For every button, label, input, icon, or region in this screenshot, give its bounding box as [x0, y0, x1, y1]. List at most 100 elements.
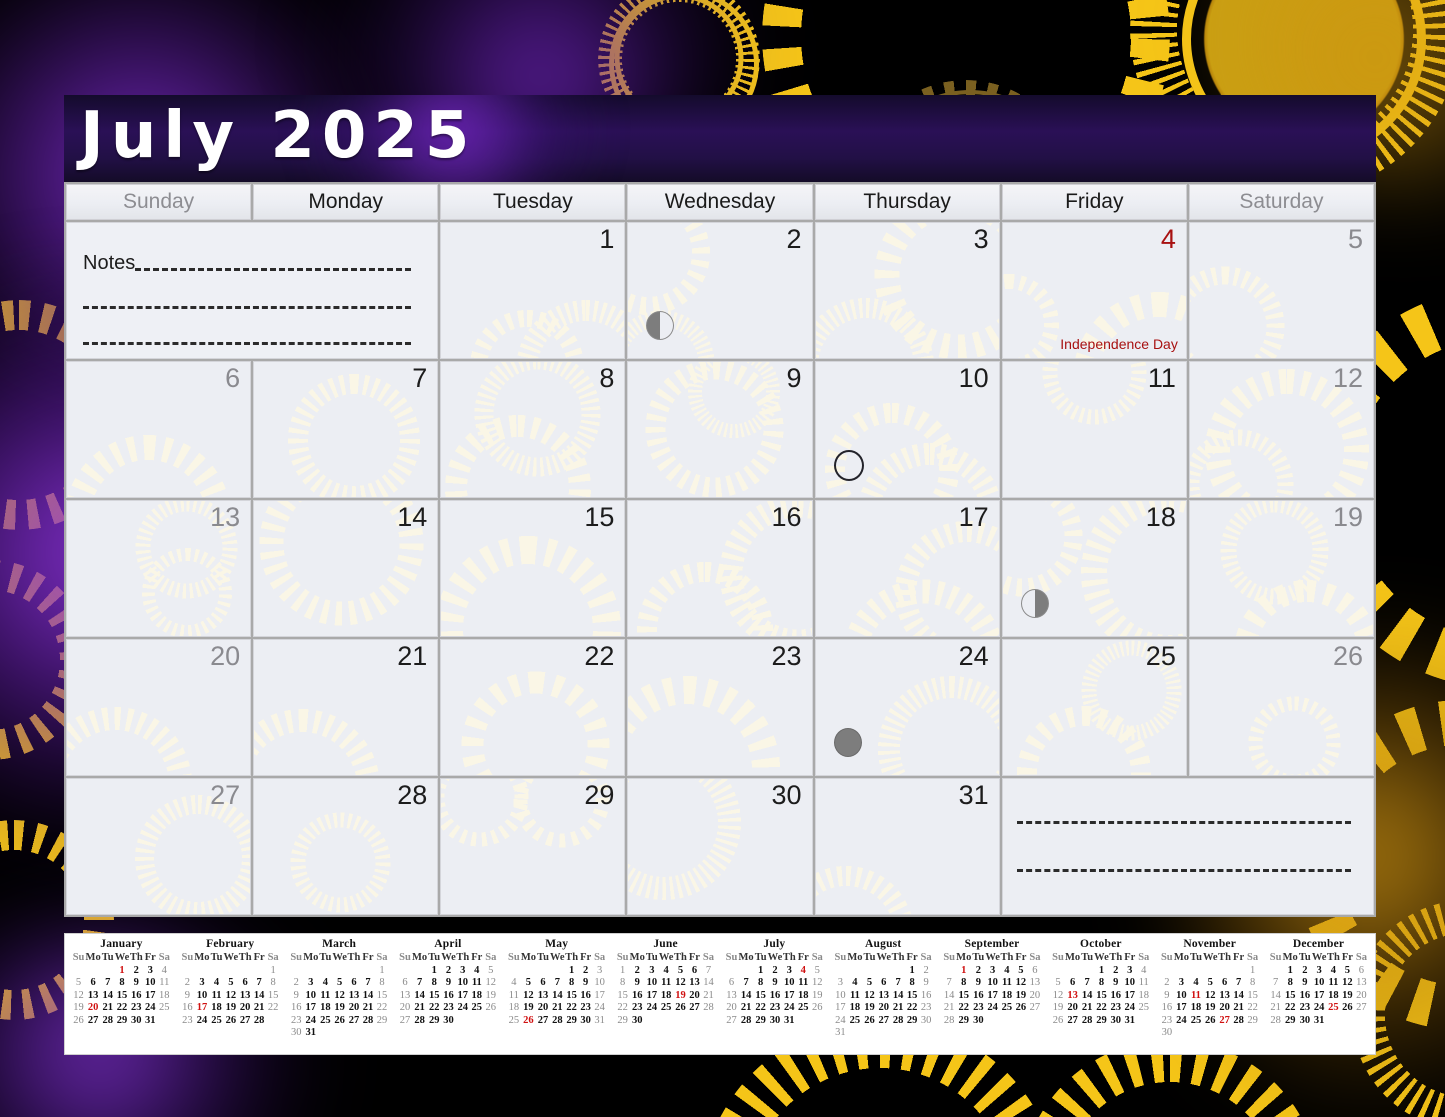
mini-day-18: 18	[1328, 989, 1339, 1001]
mini-day-28: 28	[253, 1014, 265, 1026]
day-cell-3[interactable]: 3	[814, 222, 1000, 359]
day-cell-21[interactable]: 21	[253, 639, 439, 776]
mini-day-31: 31	[784, 1014, 795, 1026]
day-cell-12[interactable]: 12	[1188, 361, 1374, 498]
calendar-week-row: Notes 1 2 3 4 Independence Day 5	[66, 222, 1374, 359]
day-cell-1[interactable]: 1	[440, 222, 626, 359]
mini-week-row: 21 22 23 24 25 26 27	[942, 1002, 1042, 1015]
gear-watermark-icon	[628, 307, 719, 358]
mini-day-22: 22	[566, 1002, 577, 1014]
end-notes-lines[interactable]	[1016, 821, 1351, 914]
day-cell-14[interactable]: 14	[253, 500, 439, 637]
mini-day-empty	[877, 1027, 892, 1040]
mini-day-22: 22	[1247, 1002, 1258, 1014]
mini-day-7: 7	[105, 977, 111, 989]
day-cell-5[interactable]: 5	[1188, 222, 1374, 359]
mini-week-row: 14 15 16 17 18 19 20	[942, 990, 1042, 1003]
mini-day-18: 18	[798, 989, 809, 1001]
mini-dow-fr: Fr	[906, 952, 918, 964]
mini-day-22: 22	[1284, 1002, 1296, 1014]
mini-day-28: 28	[740, 1014, 752, 1026]
gear-watermark-icon	[284, 370, 425, 497]
mini-day-29: 29	[116, 1014, 128, 1026]
mini-week-row: 26 27 28 29 30 31	[72, 1015, 172, 1028]
day-cell-11[interactable]: 11	[1001, 361, 1187, 498]
mini-week-row: 25 26 27 28 29 30 31	[507, 1015, 607, 1028]
mini-week-row: 19 20 21 22 23 24 25	[72, 1002, 172, 1015]
day-cell-27[interactable]: 27	[66, 778, 252, 915]
mini-day-2: 2	[133, 964, 139, 976]
mini-week-row: 20 21 22 23 24 25 26	[398, 1002, 498, 1015]
mini-day-1: 1	[1249, 964, 1256, 976]
mini-day-1: 1	[568, 964, 575, 976]
day-cell-13[interactable]: 13	[66, 500, 252, 637]
mini-dow-su: Su	[943, 952, 955, 964]
day-cell-2[interactable]: 2	[627, 222, 813, 359]
mini-day-25: 25	[798, 1002, 809, 1014]
mini-day-empty	[375, 1027, 389, 1040]
day-cell-28[interactable]: 28	[253, 778, 439, 915]
day-cell-29[interactable]: 29	[440, 778, 626, 915]
mini-week-row: 13 14 15 16 17 18 19	[398, 990, 498, 1003]
day-cell-16[interactable]: 16	[627, 500, 813, 637]
mini-day-20: 20	[1356, 989, 1367, 1001]
mini-day-10: 10	[835, 989, 846, 1001]
mini-day-8: 8	[1287, 977, 1293, 989]
notes-write-line[interactable]	[1016, 869, 1351, 872]
mini-calendar-title: November	[1183, 938, 1237, 950]
mini-day-22: 22	[267, 1002, 279, 1014]
gear-watermark-icon	[1245, 694, 1343, 775]
mini-dow-su: Su	[834, 952, 847, 964]
day-cell-9[interactable]: 9	[627, 361, 813, 498]
day-cell-23[interactable]: 23	[627, 639, 813, 776]
day-cell-19[interactable]: 19	[1188, 500, 1374, 637]
end-notes-cell[interactable]	[1001, 778, 1374, 915]
notes-write-line[interactable]	[1016, 821, 1351, 824]
mini-day-1: 1	[270, 964, 276, 976]
day-cell-26[interactable]: 26	[1188, 639, 1374, 776]
day-cell-24[interactable]: 24	[814, 639, 1000, 776]
day-cell-31[interactable]: 31	[814, 778, 1000, 915]
gear-watermark-icon	[628, 779, 747, 905]
first-quarter-moon-icon	[1020, 589, 1049, 618]
day-cell-6[interactable]: 6	[66, 361, 252, 498]
notes-write-line[interactable]	[83, 306, 412, 309]
day-cell-8[interactable]: 8	[440, 361, 626, 498]
day-cell-18[interactable]: 18	[1001, 500, 1187, 637]
day-cell-20[interactable]: 20	[66, 639, 252, 776]
mini-dow-we: We	[223, 952, 239, 964]
mini-week-row: 123456	[1269, 965, 1369, 978]
mini-calendar-grid: Su Mo Tu We Th Fr Sa 1 2 3 4 5 6 7 8 9 10 11 12 13 14 15 16 17 1…	[398, 952, 498, 1027]
mini-week-row: 27 28 29 30	[398, 1015, 498, 1028]
notes-lines[interactable]: Notes	[83, 253, 412, 345]
day-cell-30[interactable]: 30	[627, 778, 813, 915]
day-cell-15[interactable]: 15	[440, 500, 626, 637]
mini-day-23: 23	[973, 1002, 984, 1014]
day-cell-22[interactable]: 22	[440, 639, 626, 776]
mini-dow-th: Th	[782, 952, 796, 964]
mini-day-6: 6	[728, 977, 735, 989]
day-cell-7[interactable]: 7	[253, 361, 439, 498]
mini-week-row: 24 25 26 27 28 29 30	[833, 1015, 933, 1028]
mini-day-15: 15	[906, 989, 918, 1001]
notes-write-line[interactable]	[135, 268, 412, 271]
notes-write-line[interactable]	[83, 342, 412, 345]
mini-day-12: 12	[1052, 989, 1064, 1001]
mini-day-7: 7	[946, 977, 952, 989]
day-cell-10[interactable]: 10	[814, 361, 1000, 498]
mini-day-28: 28	[552, 1014, 563, 1026]
day-number: 22	[584, 641, 615, 671]
gear-watermark-icon	[1228, 575, 1373, 636]
mini-day-29: 29	[1096, 1014, 1107, 1026]
mini-week-row: 3456789	[833, 977, 933, 990]
mini-day-2: 2	[582, 964, 589, 976]
day-cell-4[interactable]: 4 Independence Day	[1001, 222, 1187, 359]
mini-dow-th: Th	[1326, 952, 1340, 964]
day-cell-17[interactable]: 17	[814, 500, 1000, 637]
mini-day-14: 14	[552, 989, 563, 1001]
notes-cell[interactable]: Notes	[66, 222, 439, 359]
mini-dow-tu: Tu	[972, 952, 985, 964]
day-cell-25[interactable]: 25	[1001, 639, 1187, 776]
mini-day-31: 31	[594, 1014, 605, 1026]
mini-day-11: 11	[159, 977, 170, 989]
